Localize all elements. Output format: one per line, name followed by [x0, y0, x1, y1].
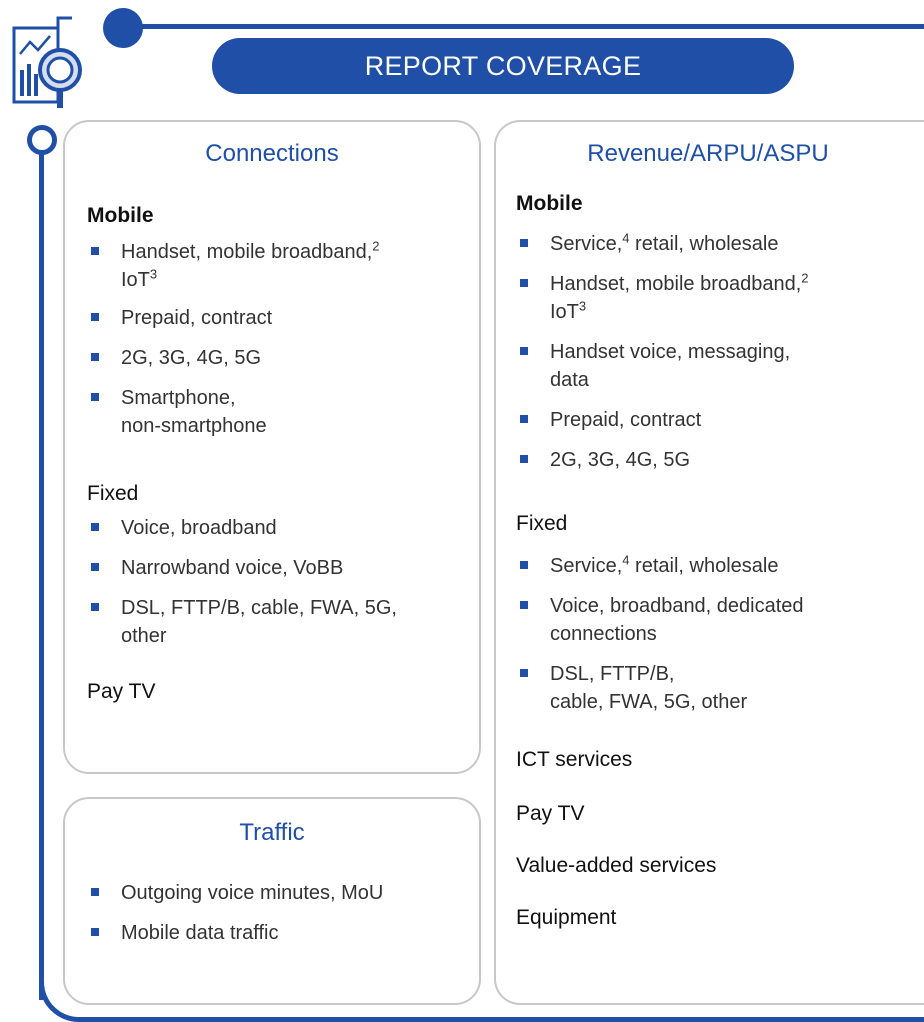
frame-left-line	[39, 150, 44, 1000]
connections-title: Connections	[205, 140, 339, 167]
revenue-vas-heading: Value-added services	[516, 854, 717, 877]
frame-left-ring	[27, 125, 57, 155]
list-item: Mobile data traffic	[85, 919, 475, 947]
connections-fixed-heading: Fixed	[87, 482, 139, 505]
connections-panel: Connections Mobile Handset, mobile broad…	[63, 120, 481, 774]
bullet-icon	[520, 669, 528, 677]
list-item: Outgoing voice minutes, MoU	[85, 879, 475, 907]
bullet-icon	[91, 393, 99, 401]
revenue-equipment-heading: Equipment	[516, 906, 617, 929]
revenue-mobile-heading: Mobile	[516, 192, 583, 215]
bullet-icon	[520, 415, 528, 423]
revenue-panel: Revenue/ARPU/ASPU Mobile Service,4 retai…	[494, 120, 924, 1005]
bullet-icon	[520, 601, 528, 609]
bullet-icon	[520, 561, 528, 569]
revenue-fixed-list: Service,4 retail, wholesale Voice, broad…	[514, 552, 919, 716]
list-item: 2G, 3G, 4G, 5G	[514, 446, 919, 474]
list-item: Prepaid, contract	[514, 406, 919, 434]
revenue-ict-heading: ICT services	[516, 748, 633, 771]
bullet-icon	[91, 603, 99, 611]
connections-paytv-heading: Pay TV	[87, 680, 156, 703]
bullet-icon	[520, 347, 528, 355]
list-item: Service,4 retail, wholesale	[514, 230, 919, 258]
list-item: Voice, broadband, dedicated connections	[514, 592, 919, 648]
bullet-icon	[520, 279, 528, 287]
bullet-icon	[520, 239, 528, 247]
list-item: Voice, broadband	[85, 514, 475, 542]
bullet-icon	[91, 353, 99, 361]
bullet-icon	[91, 563, 99, 571]
bullet-icon	[91, 523, 99, 531]
list-item: Service,4 retail, wholesale	[514, 552, 919, 580]
bullet-icon	[520, 455, 528, 463]
frame-bottom-line	[80, 1017, 924, 1022]
connections-mobile-heading: Mobile	[87, 204, 154, 227]
report-coverage-title: REPORT COVERAGE	[212, 38, 794, 94]
report-magnifier-icon	[10, 14, 100, 112]
revenue-paytv-heading: Pay TV	[516, 802, 585, 825]
traffic-panel: Traffic Outgoing voice minutes, MoU Mobi…	[63, 797, 481, 1005]
connections-mobile-list: Handset, mobile broadband,2 IoT3 Prepaid,…	[85, 238, 475, 440]
revenue-fixed-heading: Fixed	[516, 512, 568, 535]
list-item: Smartphone, non-smartphone	[85, 384, 475, 440]
list-item: Prepaid, contract	[85, 304, 475, 332]
connections-fixed-list: Voice, broadband Narrowband voice, VoBB …	[85, 514, 475, 650]
frame-top-dot	[103, 8, 143, 48]
list-item: DSL, FTTP/B, cable, FWA, 5G, other	[85, 594, 475, 650]
list-item: Narrowband voice, VoBB	[85, 554, 475, 582]
list-item: Handset, mobile broadband,2 IoT3	[85, 238, 475, 294]
list-item: Handset, mobile broadband,2 IoT3	[514, 270, 919, 326]
traffic-list: Outgoing voice minutes, MoU Mobile data …	[85, 879, 475, 947]
list-item: 2G, 3G, 4G, 5G	[85, 344, 475, 372]
bullet-icon	[91, 888, 99, 896]
frame-top-line	[123, 24, 924, 29]
bullet-icon	[91, 313, 99, 321]
traffic-title: Traffic	[239, 819, 305, 846]
revenue-title: Revenue/ARPU/ASPU	[587, 140, 829, 167]
revenue-mobile-list: Service,4 retail, wholesale Handset, mob…	[514, 230, 919, 474]
list-item: DSL, FTTP/B, cable, FWA, 5G, other	[514, 660, 919, 716]
bullet-icon	[91, 247, 99, 255]
list-item: Handset voice, messaging, data	[514, 338, 919, 394]
bullet-icon	[91, 928, 99, 936]
